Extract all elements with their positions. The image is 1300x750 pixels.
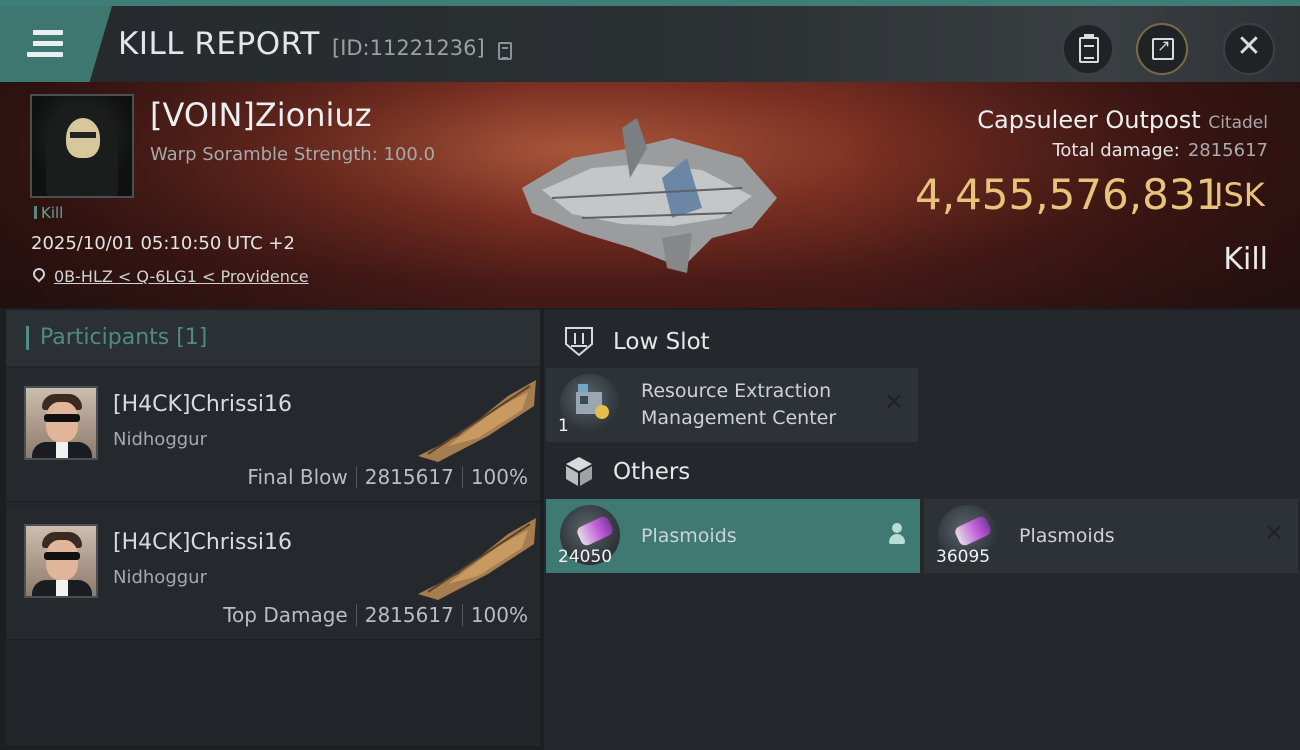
item-name: Plasmoids [1019,525,1115,547]
cargo-item[interactable]: 24050 Plasmoids [546,499,920,573]
kill-tag: Kill [34,204,63,222]
isk-unit: ISK [1214,176,1265,214]
section-others: Others [544,442,1300,502]
person-icon [888,523,906,545]
total-damage: Total damage: 2815617 [1052,140,1268,161]
victim-subtitle: Warp Soramble Strength: 100.0 [150,144,436,165]
copy-icon[interactable] [498,42,512,60]
clipboard-button[interactable] [1062,23,1114,75]
participants-header[interactable]: Participants [1] [6,310,540,366]
participant-ship: Nidhoggur [113,567,207,588]
destroyed-icon: ✕ [1263,519,1284,547]
participant-name: [H4CK]Chrissi16 [113,392,292,417]
cube-icon [566,457,592,486]
low-slot-icon [565,327,593,357]
ship-image [418,380,536,462]
participant-row[interactable]: [H4CK]Chrissi16 Nidhoggur Top Damage 2815… [6,506,540,640]
participant-name: [H4CK]Chrissi16 [113,530,292,555]
structure-image [522,118,777,273]
item-quantity: 24050 [558,547,613,567]
item-name: Plasmoids [641,525,737,547]
close-button[interactable]: ✕ [1223,23,1275,75]
cargo-item[interactable]: 36095 Plasmoids ✕ [924,499,1298,573]
top-bar: KILL REPORT [ID:11221236] ✕ [0,0,1300,82]
victim-portrait[interactable] [30,94,134,198]
participant-stats: Final Blow 2815617 100% [247,465,528,489]
isk-value: 4,455,576,831 [915,170,1223,219]
share-icon [1152,36,1174,60]
item-quantity: 1 [558,416,569,436]
location-link[interactable]: 0B-HLZ < Q-6LG1 < Providence [54,267,309,286]
module-icon [560,374,620,434]
module-item[interactable]: 1 Resource Extraction Management Center … [546,368,918,442]
report-type: Kill [1223,242,1268,277]
item-quantity: 36095 [936,547,991,567]
share-button[interactable] [1136,23,1188,75]
victim-name[interactable]: [VOIN]Zioniuz [150,96,372,134]
kill-banner: [VOIN]Zioniuz Warp Soramble Strength: 10… [0,82,1300,308]
section-low-slot: Low Slot [544,312,1300,372]
participants-panel: Participants [1] [H4CK]Chrissi16 Nidhogg… [6,310,540,746]
close-icon: ✕ [1236,29,1262,64]
structure-type: Citadel [1208,113,1268,133]
item-name: Resource Extraction Management Center [641,380,837,429]
ship-image [418,518,536,600]
destroyed-icon: ✕ [883,388,904,416]
avatar[interactable] [24,386,98,460]
kill-datetime: 2025/10/01 05:10:50 UTC +2 [31,233,295,254]
avatar[interactable] [24,524,98,598]
participant-stats: Top Damage 2815617 100% [223,603,528,627]
participant-ship: Nidhoggur [113,429,207,450]
structure-name: Capsuleer Outpost Citadel [977,106,1268,134]
report-id: [ID:11221236] [332,36,485,60]
menu-button[interactable] [0,6,112,82]
modules-panel: Low Slot 1 Resource Extraction Managemen… [544,310,1300,750]
clipboard-icon [1079,34,1099,63]
participant-row[interactable]: [H4CK]Chrissi16 Nidhoggur Final Blow 2815… [6,368,540,502]
page-title: KILL REPORT [118,26,320,62]
